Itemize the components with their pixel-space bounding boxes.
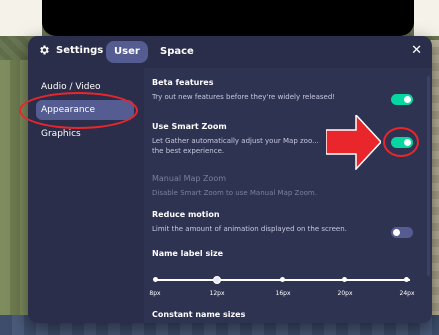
map-area-top-left [0, 0, 42, 36]
dialog-header: Settings User Space ✕ [28, 36, 432, 68]
annotation-circle-toggle [383, 127, 419, 157]
slider-label-20px: 20px [337, 290, 353, 297]
slider-label-16px: 16px [275, 290, 291, 297]
gear-icon [40, 45, 49, 55]
settings-title-label: Settings [56, 44, 104, 56]
slider-thumb[interactable] [213, 276, 221, 284]
settings-content: Beta features Try out new features befor… [144, 68, 432, 323]
slider-label-12px: 12px [209, 290, 225, 297]
slider-tick-24px[interactable] [404, 277, 409, 282]
slider-tick-20px[interactable] [342, 277, 347, 282]
name-label-size-slider[interactable]: 8px 12px 16px 20px 24px [144, 68, 432, 323]
settings-title: Settings [38, 44, 103, 56]
constant-name-sizes-title: Constant name sizes [152, 310, 246, 319]
settings-dialog: Settings User Space ✕ Audio / Video Appe… [28, 36, 432, 323]
annotation-arrow-icon [326, 115, 381, 170]
constant-name-sizes-section: Constant name sizes [152, 310, 418, 319]
video-bar [42, 0, 414, 36]
tab-space[interactable]: Space [152, 41, 202, 63]
slider-label-8px: 8px [149, 290, 161, 297]
slider-tick-16px[interactable] [280, 277, 285, 282]
tab-user[interactable]: User [106, 41, 148, 63]
slider-label-24px: 24px [399, 290, 415, 297]
slider-tick-8px[interactable] [153, 277, 158, 282]
close-icon[interactable]: ✕ [411, 44, 422, 57]
map-area-top-right [414, 0, 439, 36]
annotation-circle-appearance [19, 92, 138, 129]
